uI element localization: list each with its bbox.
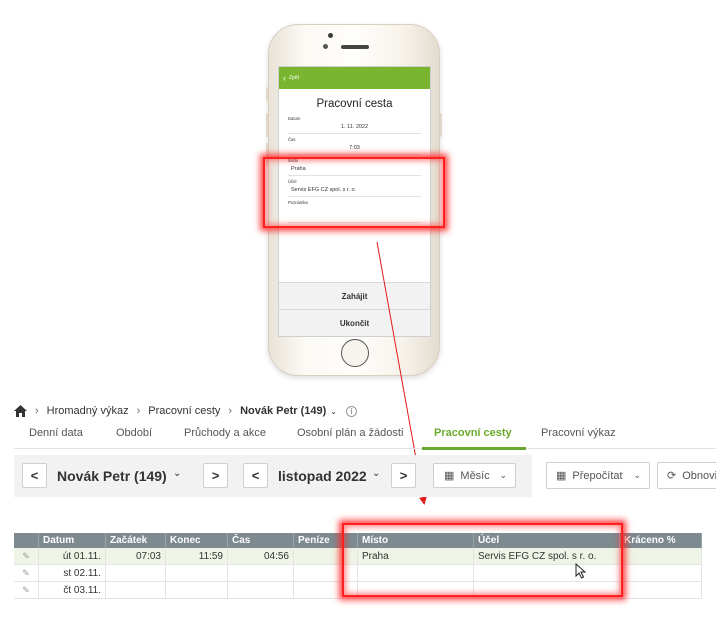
employee-chevron-down-icon[interactable]: ⌄ <box>173 468 181 479</box>
table-cell-purpose <box>474 582 620 599</box>
chevron-down-icon: ⌄ <box>633 470 641 480</box>
table-cell-place <box>358 565 474 582</box>
mouse-cursor-icon <box>575 563 587 579</box>
refresh-button[interactable]: ⟳ Obnovit <box>657 462 716 489</box>
chevron-down-icon: ⌄ <box>499 470 507 480</box>
table-cell-end: 11:59 <box>166 548 228 565</box>
recalculate-label: Přepočítat <box>572 469 623 482</box>
table-cell-reduced <box>620 548 702 565</box>
breadcrumb: › Hromadný výkaz › Pracovní cesty › Nová… <box>14 404 357 418</box>
breadcrumb-item-bulk-report[interactable]: Hromadný výkaz <box>47 405 129 417</box>
employee-selector[interactable]: Novák Petr (149) <box>57 468 167 484</box>
col-header-end[interactable]: Konec <box>166 533 228 548</box>
chevron-right-icon: › <box>35 405 39 417</box>
table-cell-spacer <box>344 582 358 599</box>
table-cell-start <box>106 582 166 599</box>
breadcrumb-item-business-trips[interactable]: Pracovní cesty <box>148 405 220 417</box>
table-cell-end <box>166 565 228 582</box>
table-cell-money <box>294 565 344 582</box>
table-cell-reduced <box>620 582 702 599</box>
prev-employee-button[interactable]: < <box>22 463 47 488</box>
col-header-money[interactable]: Peníze <box>294 533 344 548</box>
tab-business-trips[interactable]: Pracovní cesty <box>422 427 526 450</box>
view-mode-value: Měsíc <box>460 469 490 482</box>
table-cell-purpose <box>474 565 620 582</box>
view-mode-select[interactable]: ▦ Měsíc ⌄ <box>433 463 516 488</box>
col-header-date[interactable]: Datum <box>39 533 106 548</box>
edit-pencil-icon[interactable]: ✎ <box>14 565 39 582</box>
table-cell-time <box>228 565 294 582</box>
tab-passes-actions[interactable]: Průchody a akce <box>184 427 266 449</box>
table-cell-place <box>358 582 474 599</box>
table-cell-date: st 02.11. <box>39 565 106 582</box>
table-cell-spacer <box>344 565 358 582</box>
tab-period[interactable]: Období <box>116 427 152 449</box>
col-header-spacer <box>344 533 358 548</box>
refresh-label: Obnovit <box>682 469 716 482</box>
chevron-right-icon: › <box>228 405 233 417</box>
col-header-reduced[interactable]: Kráceno % <box>620 533 702 548</box>
recalculate-button[interactable]: ▦ Přepočítat ⌄ <box>546 462 650 489</box>
refresh-icon: ⟳ <box>667 470 677 482</box>
toolbar: < Novák Petr (149) ⌄ > < listopad 2022 ⌄… <box>14 455 532 497</box>
table-cell-money <box>294 582 344 599</box>
tab-bar: Denní data Období Průchody a akce Osobní… <box>14 427 716 450</box>
prev-period-button[interactable]: < <box>243 463 268 488</box>
col-header-time[interactable]: Čas <box>228 533 294 548</box>
home-icon[interactable] <box>14 405 27 417</box>
table-cell-time <box>228 582 294 599</box>
chevron-right-icon: › <box>136 405 141 417</box>
table-cell-money <box>294 548 344 565</box>
table-cell-date: čt 03.11. <box>39 582 106 599</box>
edit-pencil-icon[interactable]: ✎ <box>14 548 39 565</box>
col-header-place[interactable]: Místo <box>358 533 474 548</box>
tab-daily-data[interactable]: Denní data <box>29 427 83 449</box>
table-cell-purpose: Servis EFG CZ spol. s r. o. <box>474 548 620 565</box>
period-chevron-down-icon[interactable]: ⌄ <box>372 468 380 479</box>
col-header-purpose[interactable]: Účel <box>474 533 620 548</box>
table-cell-place: Praha <box>358 548 474 565</box>
grid-icon: ▦ <box>556 470 567 482</box>
info-icon[interactable]: i <box>346 405 357 417</box>
period-selector[interactable]: listopad 2022 <box>278 468 367 484</box>
table-cell-reduced <box>620 565 702 582</box>
col-header-start[interactable]: Začátek <box>106 533 166 548</box>
table-cell-spacer <box>344 548 358 565</box>
table-cell-time: 04:56 <box>228 548 294 565</box>
edit-pencil-icon[interactable]: ✎ <box>14 582 39 599</box>
tab-personal-plan[interactable]: Osobní plán a žádosti <box>297 427 403 449</box>
next-employee-button[interactable]: > <box>203 463 228 488</box>
table-cell-date: út 01.11. <box>39 548 106 565</box>
breadcrumb-current[interactable]: Novák Petr (149) <box>240 405 326 417</box>
calendar-icon: ▦ <box>444 470 455 482</box>
table-cell-start: 07:03 <box>106 548 166 565</box>
table-cell-end <box>166 582 228 599</box>
col-header-edit <box>14 533 39 548</box>
chevron-down-icon[interactable]: ⌄ <box>330 407 337 416</box>
table-cell-start <box>106 565 166 582</box>
tab-work-report[interactable]: Pracovní výkaz <box>541 427 616 449</box>
next-period-button[interactable]: > <box>391 463 416 488</box>
